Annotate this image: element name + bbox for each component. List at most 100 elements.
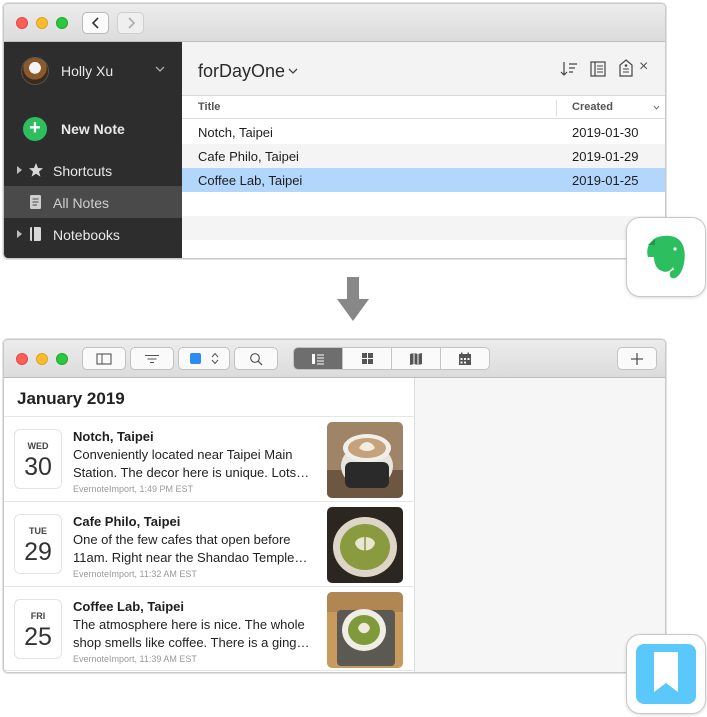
avatar[interactable] — [21, 57, 49, 85]
note-title: Cafe Philo, Taipei — [198, 149, 299, 164]
journal-selector[interactable] — [178, 347, 230, 370]
note-created: 2019-01-25 — [572, 173, 639, 188]
sidebar-icon — [96, 352, 112, 365]
minimize-window-button[interactable] — [36, 17, 48, 29]
star-icon — [29, 163, 43, 177]
date-badge: FRI 25 — [14, 599, 62, 659]
sidebar: Holly Xu + New Note Shortcuts All Notes … — [4, 42, 182, 258]
sidebar-item-label: Notebooks — [53, 227, 120, 243]
day-number: 29 — [24, 538, 52, 566]
user-name[interactable]: Holly Xu — [61, 63, 113, 79]
column-header-created[interactable]: Created — [557, 96, 665, 119]
dayone-app-icon — [626, 634, 706, 714]
dayone-bookmark-icon — [636, 644, 696, 704]
filter-button[interactable] — [130, 347, 174, 370]
note-row-selected[interactable]: Coffee Lab, Taipei 2019-01-25 — [182, 168, 665, 192]
entry-preview: One of the few cafes that open before 11… — [73, 532, 308, 565]
map-icon — [410, 353, 422, 365]
search-icon — [250, 352, 263, 365]
matcha-latte-photo — [327, 592, 403, 668]
note-list: forDayOne × Title Created Notch, Taipei … — [182, 42, 665, 258]
notebook-title[interactable]: forDayOne — [198, 61, 285, 82]
note-row[interactable]: Cafe Philo, Taipei 2019-01-29 — [182, 144, 665, 168]
sidebar-item-shortcuts[interactable]: Shortcuts — [4, 154, 182, 186]
journal-entry[interactable]: WED 30 Notch, Taipei Conveniently locate… — [4, 416, 415, 501]
view-options-icon[interactable] — [589, 60, 607, 78]
tab-photos[interactable] — [343, 348, 392, 369]
tab-calendar[interactable] — [441, 348, 489, 369]
note-row[interactable]: Notch, Taipei 2019-01-30 — [182, 120, 665, 144]
entry-title: Notch, Taipei — [73, 429, 154, 444]
search-button[interactable] — [234, 347, 278, 370]
date-badge: TUE 29 — [14, 514, 62, 574]
close-window-button[interactable] — [16, 353, 28, 365]
toggle-sidebar-button[interactable] — [82, 347, 126, 370]
back-button[interactable] — [82, 12, 109, 34]
close-icon[interactable]: × — [639, 58, 648, 76]
column-header-label: Created — [572, 101, 613, 113]
disclosure-triangle-icon[interactable] — [17, 166, 22, 174]
sidebar-item-notebooks[interactable]: Notebooks — [4, 218, 182, 250]
forward-button[interactable] — [117, 12, 144, 34]
note-title: Coffee Lab, Taipei — [198, 173, 303, 188]
tab-map[interactable] — [392, 348, 441, 369]
sort-icon[interactable] — [560, 60, 578, 78]
entry-photo-thumbnail[interactable] — [327, 507, 403, 583]
chevron-down-icon[interactable] — [288, 68, 298, 75]
down-arrow-icon — [337, 277, 369, 321]
note-icon — [30, 195, 41, 209]
zoom-window-button[interactable] — [56, 17, 68, 29]
entry-photo-thumbnail[interactable] — [327, 422, 403, 498]
sidebar-item-label: All Notes — [53, 195, 110, 211]
sort-descending-icon — [653, 105, 660, 110]
day-number: 25 — [24, 623, 52, 651]
sidebar-item-all-notes[interactable]: All Notes — [4, 186, 182, 218]
minimize-window-button[interactable] — [36, 353, 48, 365]
filter-icon — [145, 354, 159, 363]
month-header: January 2019 — [17, 389, 125, 408]
new-entry-button[interactable] — [617, 347, 657, 370]
dayone-window: January 2019 WED 30 Notch, Taipei Conven… — [3, 339, 666, 673]
disclosure-triangle-icon[interactable] — [17, 230, 22, 238]
notebook-icon — [30, 227, 41, 241]
evernote-titlebar — [4, 4, 665, 42]
evernote-app-icon — [626, 217, 706, 297]
empty-row — [182, 192, 665, 216]
day-of-week: TUE — [29, 526, 47, 536]
column-header-title[interactable]: Title — [182, 96, 557, 119]
chevron-down-icon[interactable] — [155, 66, 165, 73]
close-window-button[interactable] — [16, 17, 28, 29]
dayone-toolbar — [4, 340, 665, 378]
entry-title: Cafe Philo, Taipei — [73, 514, 181, 529]
evernote-elephant-icon — [647, 235, 685, 279]
zoom-window-button[interactable] — [56, 353, 68, 365]
new-note-button[interactable]: New Note — [61, 121, 125, 137]
tab-timeline[interactable] — [294, 348, 343, 369]
entry-photo-thumbnail[interactable] — [327, 592, 403, 668]
day-number: 30 — [24, 453, 52, 481]
journal-entry[interactable]: FRI 25 Coffee Lab, Taipei The atmosphere… — [4, 586, 415, 671]
chevron-right-icon — [127, 17, 135, 29]
journal-color-swatch — [189, 353, 201, 364]
plus-icon — [631, 352, 643, 365]
list-icon — [312, 353, 324, 364]
date-badge: WED 30 — [14, 429, 62, 489]
share-icon[interactable] — [618, 59, 634, 78]
stepper-icon — [211, 352, 218, 365]
plus-icon[interactable]: + — [23, 117, 47, 141]
timeline-list: January 2019 WED 30 Notch, Taipei Conven… — [4, 378, 415, 672]
entry-meta: EvernoteImport, 1:49 PM EST — [73, 484, 194, 494]
day-of-week: FRI — [30, 611, 46, 621]
view-mode-segmented-control[interactable] — [293, 347, 490, 370]
note-list-header: forDayOne × — [182, 42, 665, 96]
grid-icon — [361, 353, 373, 364]
note-created: 2019-01-30 — [572, 125, 639, 140]
entry-meta: EvernoteImport, 11:32 AM EST — [73, 569, 197, 579]
entry-meta: EvernoteImport, 11:39 AM EST — [73, 654, 197, 664]
calendar-icon — [459, 352, 471, 365]
matcha-latte-photo — [327, 507, 403, 583]
entry-detail-pane — [415, 378, 665, 672]
note-created: 2019-01-29 — [572, 149, 639, 164]
day-of-week: WED — [27, 441, 49, 451]
journal-entry[interactable]: TUE 29 Cafe Philo, Taipei One of the few… — [4, 501, 415, 586]
